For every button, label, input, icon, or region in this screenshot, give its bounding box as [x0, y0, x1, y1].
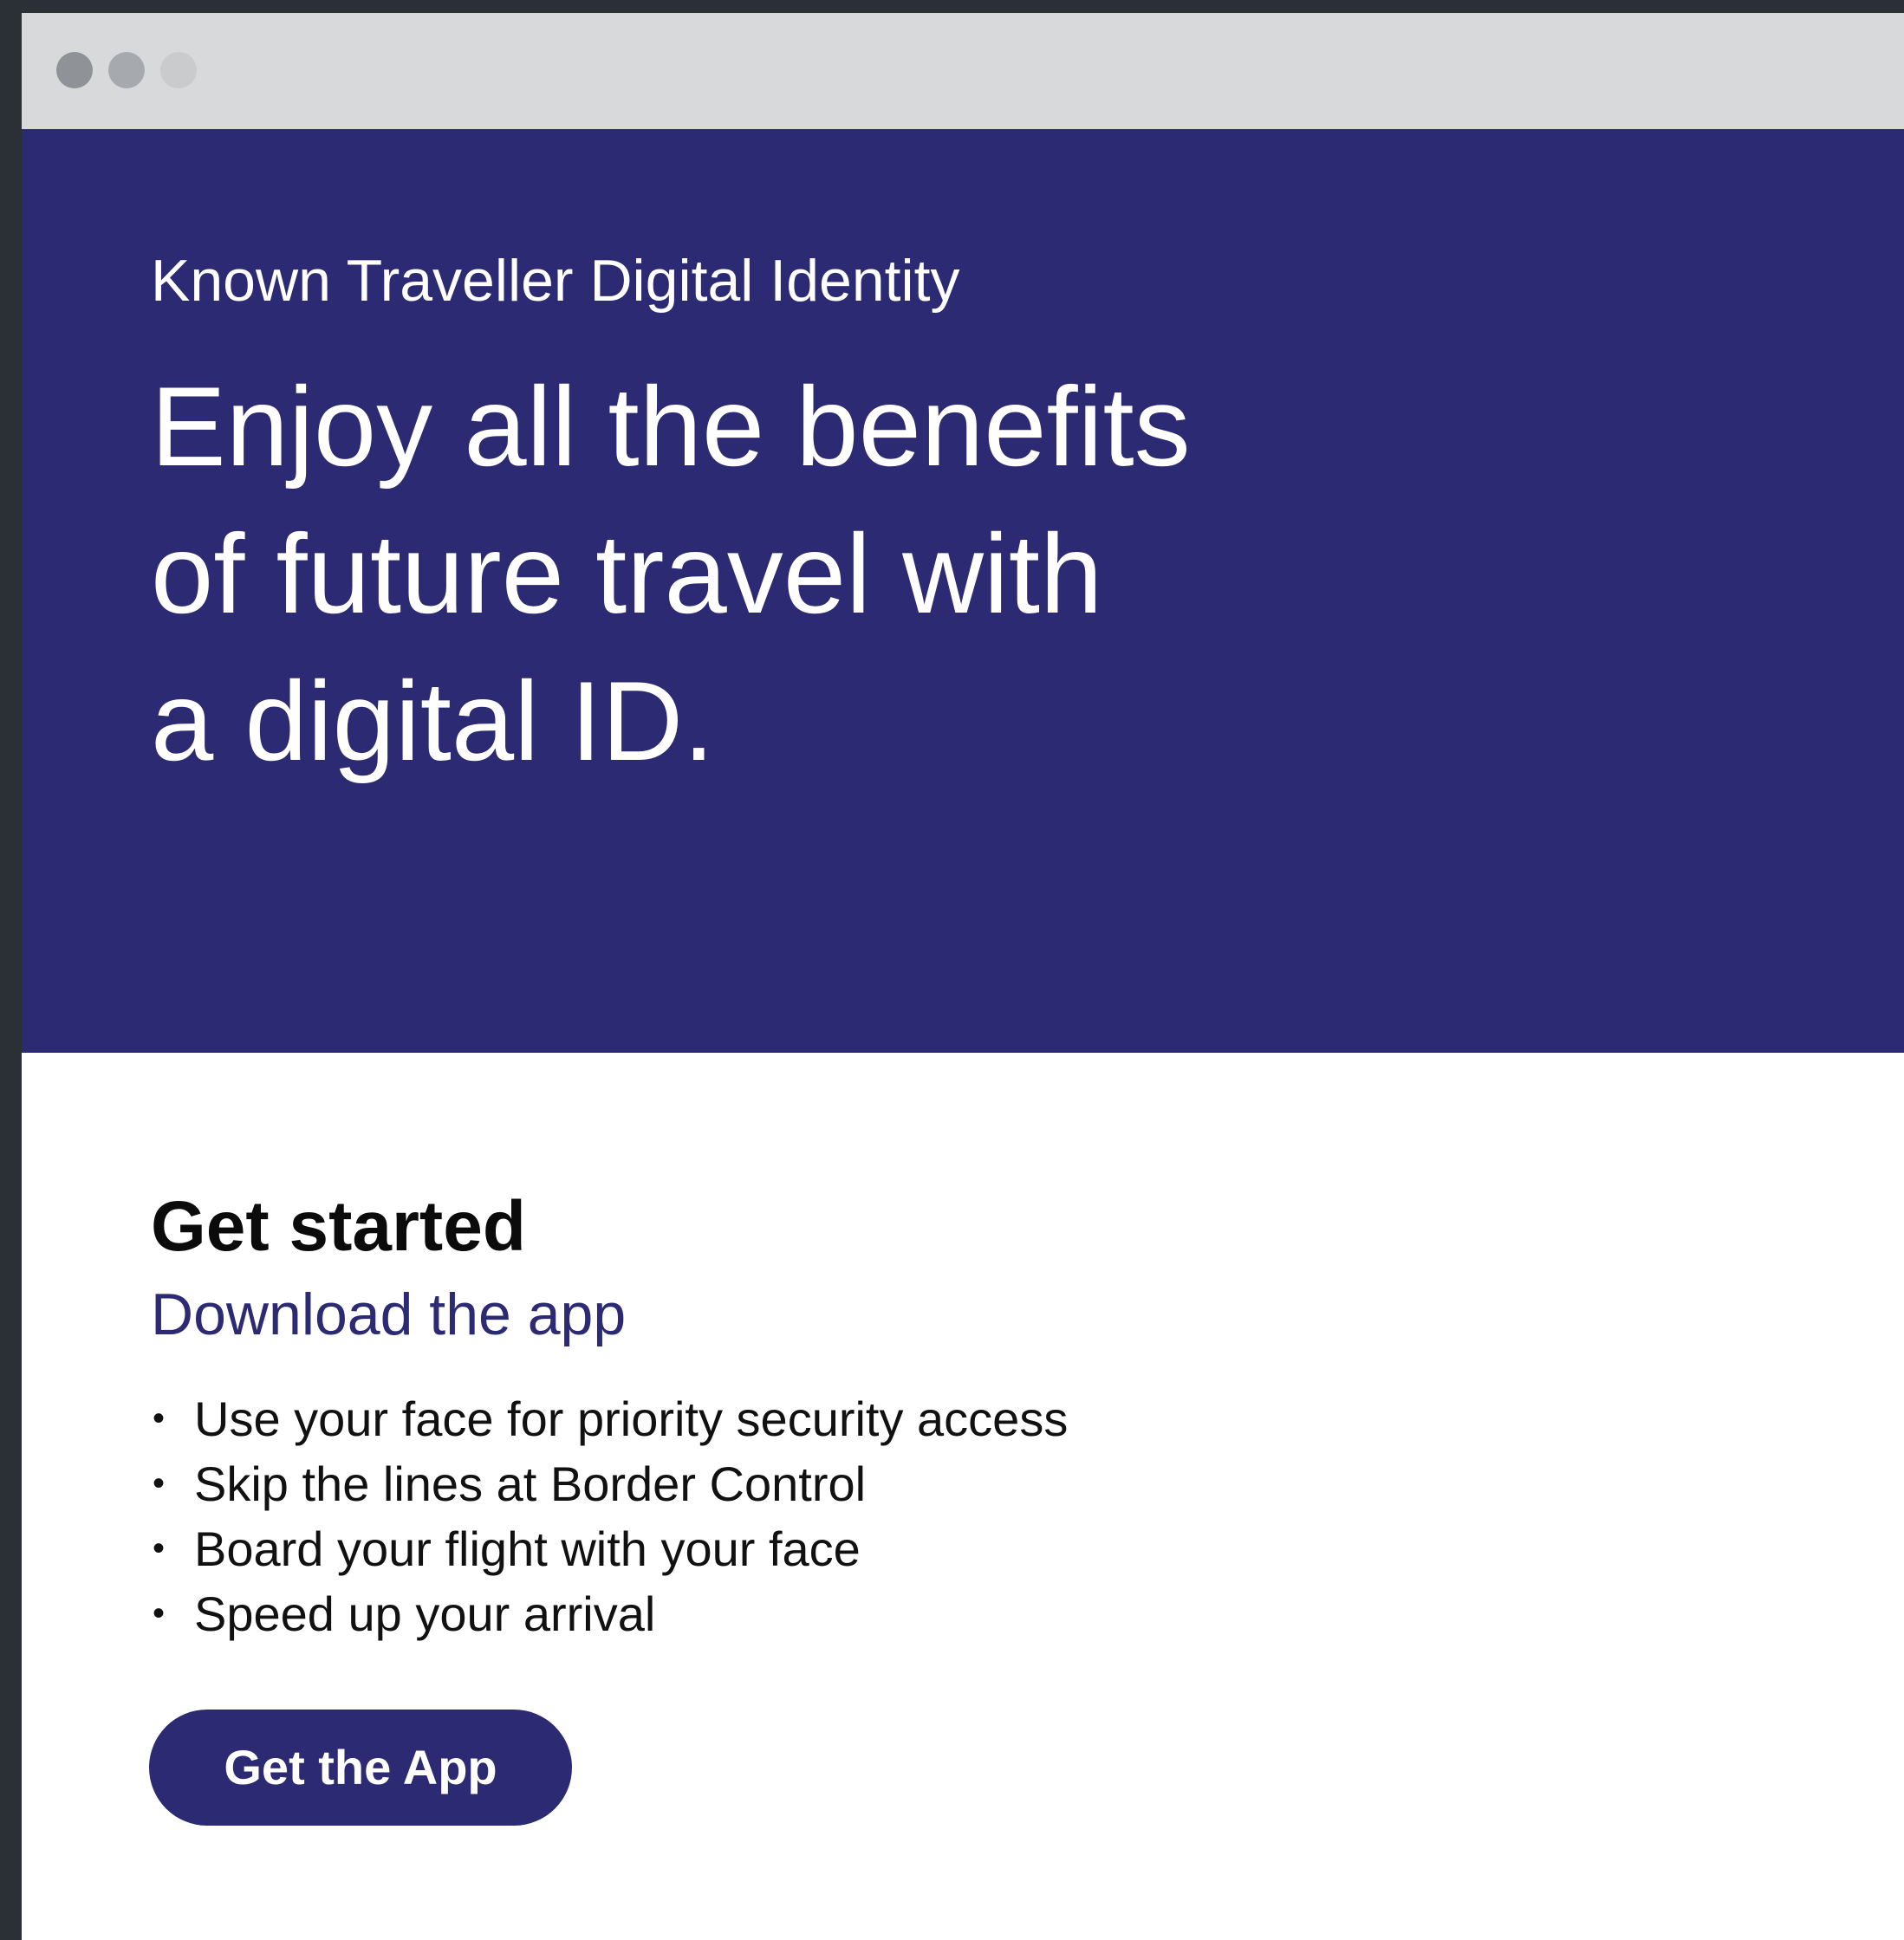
- hero-headline-line: a digital ID.: [151, 658, 715, 784]
- hero-banner: Known Traveller Digital Identity Enjoy a…: [22, 129, 1904, 1053]
- get-the-app-button[interactable]: Get the App: [149, 1710, 572, 1826]
- download-app-link[interactable]: Download the app: [151, 1280, 626, 1349]
- benefits-list: Use your face for priority security acce…: [151, 1386, 1068, 1646]
- browser-window: Known Traveller Digital Identity Enjoy a…: [22, 13, 1904, 1940]
- list-item: Speed up your arrival: [151, 1581, 1068, 1646]
- window-titlebar: [22, 13, 1904, 129]
- hero-headline: Enjoy all the benefits of future travel …: [151, 353, 1364, 795]
- hero-headline-line: Enjoy all the benefits: [151, 363, 1191, 490]
- get-started-section: Get started Download the app Use your fa…: [22, 1053, 1904, 1940]
- section-title: Get started: [151, 1187, 526, 1266]
- window-maximize-dot[interactable]: [160, 52, 197, 88]
- hero-headline-line: of future travel with: [151, 510, 1103, 637]
- list-item: Board your flight with your face: [151, 1516, 1068, 1581]
- list-item: Use your face for priority security acce…: [151, 1386, 1068, 1451]
- hero-kicker: Known Traveller Digital Identity: [151, 248, 960, 314]
- window-close-dot[interactable]: [56, 52, 93, 88]
- window-minimize-dot[interactable]: [108, 52, 145, 88]
- list-item: Skip the lines at Border Control: [151, 1451, 1068, 1516]
